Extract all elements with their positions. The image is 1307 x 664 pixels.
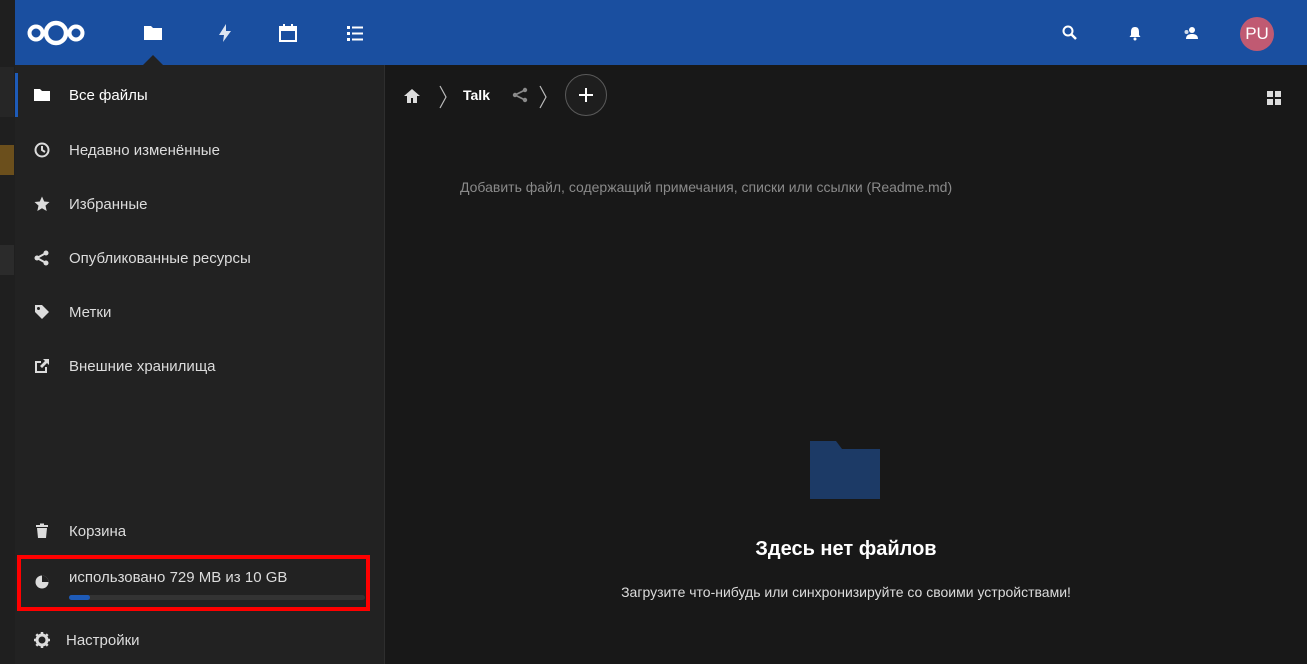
sidebar-item-trash[interactable]: Корзина	[15, 509, 384, 553]
sidebar-item-tags[interactable]: Метки	[15, 290, 384, 334]
share-icon[interactable]	[511, 86, 529, 104]
gear-icon	[34, 632, 50, 648]
plus-icon	[579, 88, 593, 102]
bell-icon[interactable]	[1126, 24, 1144, 42]
sidebar-item-settings[interactable]: Настройки	[15, 618, 384, 662]
tag-icon	[35, 305, 49, 319]
breadcrumb: Talk	[385, 73, 1307, 117]
sidebar-item-all-files[interactable]: Все файлы	[15, 73, 384, 117]
quota-progress-bar	[69, 595, 365, 600]
folder-icon[interactable]	[142, 22, 164, 44]
breadcrumb-separator-icon	[439, 85, 447, 109]
empty-folder-icon	[810, 441, 880, 499]
new-item-button[interactable]	[565, 74, 607, 116]
calendar-icon[interactable]	[277, 22, 299, 44]
pie-chart-icon	[35, 575, 49, 589]
home-icon[interactable]	[403, 87, 421, 105]
empty-state-subtitle: Загрузите что-нибудь или синхронизируйте…	[621, 584, 1071, 600]
navigation-sidebar: Все файлы Недавно изменённые Избранные О…	[15, 65, 385, 664]
sidebar-item-label: Метки	[69, 303, 112, 321]
share-icon	[34, 250, 49, 266]
contacts-icon[interactable]	[1182, 24, 1200, 42]
user-avatar[interactable]: PU	[1240, 17, 1274, 51]
breadcrumb-current[interactable]: Talk	[463, 87, 490, 103]
sidebar-item-label: Настройки	[66, 631, 140, 649]
sidebar-item-label: Внешние хранилища	[69, 357, 216, 375]
sidebar-item-shares[interactable]: Опубликованные ресурсы	[15, 236, 384, 280]
sidebar-item-external-storage[interactable]: Внешние хранилища	[15, 344, 384, 388]
quota-progress-fill	[69, 595, 90, 600]
sidebar-item-label: Корзина	[69, 522, 127, 540]
background-window-edge	[0, 0, 15, 664]
search-icon[interactable]	[1061, 24, 1079, 42]
breadcrumb-separator-icon	[539, 85, 547, 109]
files-app: PU Все файлы Недавно изменённые Избранны…	[0, 0, 1307, 664]
list-icon[interactable]	[344, 22, 366, 44]
top-bar: PU	[15, 0, 1307, 65]
sidebar-item-favorites[interactable]: Избранные	[15, 182, 384, 226]
file-list-area: Talk Добавить файл, содержащий примечани…	[385, 65, 1307, 664]
storage-quota[interactable]: использовано 729 MB из 10 GB	[15, 555, 384, 615]
empty-state-title: Здесь нет файлов	[755, 538, 937, 560]
sidebar-item-label: Избранные	[69, 195, 148, 213]
sidebar-item-label: Недавно изменённые	[69, 141, 220, 159]
nextcloud-logo-icon[interactable]	[27, 19, 85, 47]
active-app-indicator	[143, 55, 163, 65]
trash-icon	[36, 523, 48, 538]
sidebar-item-label: Опубликованные ресурсы	[69, 249, 251, 267]
quota-text: использовано 729 MB из 10 GB	[69, 569, 288, 586]
clock-icon	[34, 142, 50, 158]
external-link-icon	[35, 359, 49, 373]
lightning-icon[interactable]	[214, 22, 236, 44]
add-readme-hint[interactable]: Добавить файл, содержащий примечания, сп…	[460, 179, 952, 195]
sidebar-item-label: Все файлы	[69, 86, 148, 104]
folder-icon	[34, 89, 50, 101]
sidebar-item-recent[interactable]: Недавно изменённые	[15, 128, 384, 172]
grid-view-icon[interactable]	[1266, 90, 1282, 106]
star-icon	[34, 196, 50, 211]
